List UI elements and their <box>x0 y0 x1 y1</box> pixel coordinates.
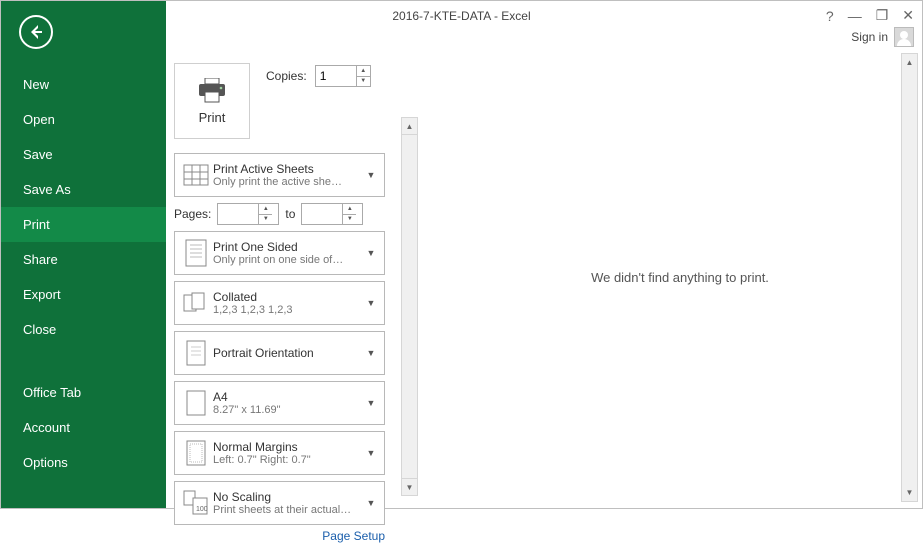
print-button-label: Print <box>199 110 226 125</box>
setting-collate[interactable]: Collated 1,2,3 1,2,3 1,2,3 ▼ <box>174 281 385 325</box>
collate-icon <box>181 286 211 320</box>
chevron-down-icon: ▼ <box>364 398 378 408</box>
sidebar-item-open[interactable]: Open <box>1 102 166 137</box>
window-controls: ? — ❐ ✕ <box>826 7 914 24</box>
setting-paper[interactable]: A4 8.27" x 11.69" ▼ <box>174 381 385 425</box>
print-button[interactable]: Print <box>174 63 250 139</box>
sidebar-item-close[interactable]: Close <box>1 312 166 347</box>
settings-scrollbar[interactable]: ▲ ▼ <box>401 117 418 496</box>
pages-from-spinner[interactable]: ▲▼ <box>217 203 279 225</box>
setting-title: A4 <box>213 390 364 404</box>
print-settings-pane: Print Copies: ▲▼ Print A <box>166 47 416 508</box>
sidebar-item-export[interactable]: Export <box>1 277 166 312</box>
copies-spinner[interactable]: ▲▼ <box>315 65 371 87</box>
scroll-down-icon[interactable]: ▼ <box>902 484 917 501</box>
sheets-icon <box>181 158 211 192</box>
pages-row: Pages: ▲▼ to ▲▼ <box>174 203 385 225</box>
settings-stack: Print Active Sheets Only print the activ… <box>174 153 385 525</box>
scroll-up-icon[interactable]: ▲ <box>402 118 417 135</box>
pages-label: Pages: <box>174 207 211 221</box>
setting-print-what[interactable]: Print Active Sheets Only print the activ… <box>174 153 385 197</box>
sidebar-item-officetab[interactable]: Office Tab <box>1 375 166 410</box>
print-preview-pane: We didn't find anything to print. ▲ ▼ <box>438 47 922 508</box>
sidebar-item-new[interactable]: New <box>1 67 166 102</box>
chevron-down-icon[interactable]: ▼ <box>343 214 356 225</box>
printer-icon <box>196 78 228 104</box>
scroll-track[interactable] <box>402 135 417 478</box>
pages-from-input[interactable] <box>218 204 258 224</box>
sidebar-item-options[interactable]: Options <box>1 445 166 480</box>
chevron-down-icon: ▼ <box>364 248 378 258</box>
minimize-icon[interactable]: — <box>848 8 862 24</box>
chevron-up-icon[interactable]: ▲ <box>357 66 370 76</box>
spacer <box>1 347 166 375</box>
preview-empty-message: We didn't find anything to print. <box>591 270 769 285</box>
excel-backstage-window: 2016-7-KTE-DATA - Excel ? — ❐ ✕ Sign in … <box>0 0 923 509</box>
setting-sides[interactable]: Print One Sided Only print on one side o… <box>174 231 385 275</box>
paper-icon <box>181 386 211 420</box>
signin-area[interactable]: Sign in <box>851 27 914 47</box>
setting-title: Normal Margins <box>213 440 364 454</box>
backstage-sidebar: New Open Save Save As Print Share Export… <box>1 1 166 508</box>
setting-title: Portrait Orientation <box>213 346 364 360</box>
chevron-down-icon: ▼ <box>364 170 378 180</box>
chevron-down-icon: ▼ <box>364 448 378 458</box>
copies-input[interactable] <box>316 66 356 86</box>
scaling-icon: 100 <box>181 486 211 520</box>
margins-icon <box>181 436 211 470</box>
preview-scrollbar[interactable]: ▲ ▼ <box>901 53 918 502</box>
scroll-track[interactable] <box>902 71 917 484</box>
avatar-icon[interactable] <box>894 27 914 47</box>
setting-title: No Scaling <box>213 490 364 504</box>
sidebar-item-saveas[interactable]: Save As <box>1 172 166 207</box>
pages-to-input[interactable] <box>302 204 342 224</box>
chevron-down-icon[interactable]: ▼ <box>357 76 370 87</box>
setting-sub: Only print the active she… <box>213 176 364 188</box>
setting-orientation[interactable]: Portrait Orientation ▼ <box>174 331 385 375</box>
print-header: Print Copies: ▲▼ <box>174 63 410 139</box>
restore-icon[interactable]: ❐ <box>876 7 889 24</box>
chevron-down-icon: ▼ <box>364 298 378 308</box>
pages-to-label: to <box>285 207 295 221</box>
setting-sub: Print sheets at their actual… <box>213 504 364 516</box>
signin-label[interactable]: Sign in <box>851 30 888 44</box>
chevron-down-icon: ▼ <box>364 498 378 508</box>
setting-scaling[interactable]: 100 No Scaling Print sheets at their act… <box>174 481 385 525</box>
chevron-up-icon[interactable]: ▲ <box>259 204 272 214</box>
setting-sub: 8.27" x 11.69" <box>213 404 364 416</box>
scroll-up-icon[interactable]: ▲ <box>902 54 917 71</box>
sidebar-item-share[interactable]: Share <box>1 242 166 277</box>
help-icon[interactable]: ? <box>826 8 834 24</box>
body-row: New Open Save Save As Print Share Export… <box>1 47 922 508</box>
portrait-icon <box>181 336 211 370</box>
back-button[interactable] <box>19 15 53 49</box>
chevron-down-icon: ▼ <box>364 348 378 358</box>
sidebar-item-print[interactable]: Print <box>1 207 166 242</box>
page-setup-link[interactable]: Page Setup <box>174 525 385 545</box>
setting-sub: Left: 0.7" Right: 0.7" <box>213 454 364 466</box>
copies-arrows[interactable]: ▲▼ <box>356 66 370 86</box>
copies-row: Copies: ▲▼ <box>266 65 371 87</box>
setting-title: Collated <box>213 290 364 304</box>
chevron-down-icon[interactable]: ▼ <box>259 214 272 225</box>
back-arrow-icon <box>28 24 44 40</box>
pages-to-spinner[interactable]: ▲▼ <box>301 203 363 225</box>
page-icon <box>181 236 211 270</box>
setting-title: Print One Sided <box>213 240 364 254</box>
setting-title: Print Active Sheets <box>213 162 364 176</box>
setting-sub: 1,2,3 1,2,3 1,2,3 <box>213 304 364 316</box>
close-icon[interactable]: ✕ <box>902 7 914 24</box>
chevron-up-icon[interactable]: ▲ <box>343 204 356 214</box>
sidebar-item-account[interactable]: Account <box>1 410 166 445</box>
svg-text:100: 100 <box>196 506 208 513</box>
scroll-down-icon[interactable]: ▼ <box>402 478 417 495</box>
setting-sub: Only print on one side of… <box>213 254 364 266</box>
sidebar-item-save[interactable]: Save <box>1 137 166 172</box>
copies-label: Copies: <box>266 69 307 83</box>
setting-margins[interactable]: Normal Margins Left: 0.7" Right: 0.7" ▼ <box>174 431 385 475</box>
